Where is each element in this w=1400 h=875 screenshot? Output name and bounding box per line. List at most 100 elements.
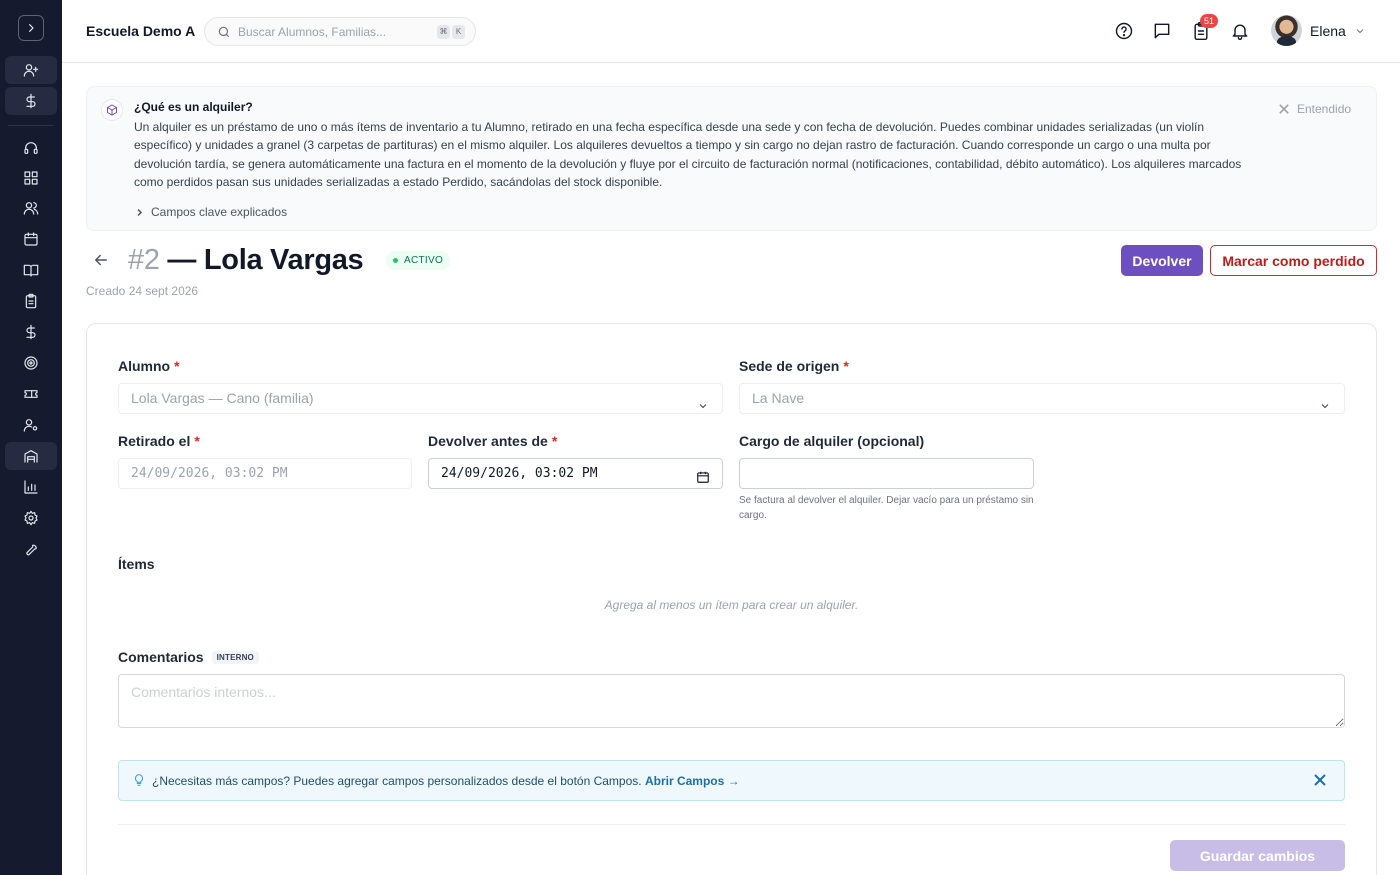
sidebar-item-calendar[interactable] [5, 225, 57, 253]
sidebar-item-goals[interactable] [5, 349, 57, 377]
sidebar-item-courses[interactable] [5, 256, 57, 284]
tasks-count-badge: 51 [1200, 14, 1218, 28]
target-icon [24, 356, 38, 370]
save-button[interactable]: Guardar cambios [1170, 840, 1345, 871]
sidebar-item-inventory[interactable] [5, 442, 57, 470]
checkout-label-text: Retirado el [118, 433, 191, 449]
open-fields-link[interactable]: Abrir Campos → [645, 774, 740, 788]
required-mark: * [551, 433, 558, 449]
sidebar-item-billing-quick[interactable] [5, 87, 57, 115]
top-header: Escuela Demo A ⌘ K 51 Elena [62, 0, 1400, 63]
sidebar-item-tools[interactable] [5, 535, 57, 563]
created-date: Creado 24 sept 2026 [86, 284, 199, 298]
search-shortcut-key: ⌘ [437, 25, 450, 39]
sidebar-item-add-student[interactable] [5, 56, 57, 84]
fee-input[interactable] [739, 458, 1034, 489]
close-icon [1314, 774, 1326, 786]
sidebar-item-attendance[interactable] [5, 287, 57, 315]
wrench-icon [26, 544, 37, 556]
mark-lost-button[interactable]: Marcar como perdido [1210, 245, 1377, 276]
sidebar-divider [8, 125, 54, 126]
message-icon [1154, 23, 1170, 39]
sidebar-item-settings[interactable] [5, 504, 57, 532]
sidebar-item-staff[interactable] [5, 411, 57, 439]
user-menu-toggle[interactable] [1354, 25, 1366, 37]
checkout-date-field[interactable]: 24/09/2026, 03:02 PM [118, 458, 412, 489]
checkout-label: Retirado el * [118, 433, 200, 449]
messages-button[interactable] [1152, 21, 1172, 41]
student-select[interactable]: Lola Vargas — Cano (familia) [118, 383, 723, 414]
search-input[interactable] [238, 23, 428, 41]
sidebar-item-billing[interactable] [5, 318, 57, 346]
sidebar-toggle-button[interactable] [18, 15, 44, 41]
custom-fields-tip: ¿Necesitas más campos? Puedes agregar ca… [118, 760, 1345, 801]
chevron-down-icon [1356, 29, 1364, 34]
global-search[interactable]: ⌘ K [204, 17, 476, 46]
status-badge: ACTIVO [386, 251, 451, 270]
chevron-down-icon [697, 393, 709, 409]
rental-number: #2 [128, 244, 160, 276]
items-label: Ítems [118, 556, 155, 572]
key-fields-toggle[interactable]: Campos clave explicados [135, 205, 287, 219]
internal-tag: INTERNO [211, 651, 259, 664]
tip-text: ¿Necesitas más campos? Puedes agregar ca… [152, 774, 740, 788]
info-title: ¿Qué es un alquiler? [134, 100, 253, 114]
sidebar-item-events[interactable] [5, 380, 57, 408]
users-icon [23, 202, 39, 215]
due-date-value: 24/09/2026, 03:02 PM [441, 466, 598, 481]
user-plus-icon [23, 64, 39, 77]
user-name[interactable]: Elena [1310, 23, 1346, 39]
notifications-button[interactable] [1230, 21, 1250, 41]
fee-label: Cargo de alquiler (opcional) [739, 433, 925, 449]
info-dismiss-button[interactable]: Entendido [1279, 102, 1351, 116]
comments-label: Comentarios INTERNO [118, 649, 259, 665]
search-shortcut-key: K [452, 25, 465, 39]
page-title: #2 — Lola Vargas [128, 244, 364, 277]
info-description: Un alquiler es un préstamo de uno o más … [134, 120, 1242, 190]
required-mark: * [174, 358, 180, 374]
due-label: Devolver antes de * [428, 433, 557, 449]
search-icon [218, 26, 230, 38]
info-icon-wrapper [101, 99, 123, 121]
rental-student-name: Lola Vargas [203, 244, 364, 276]
user-avatar[interactable] [1271, 15, 1302, 46]
lightbulb-icon [132, 773, 146, 787]
chevron-right-icon [137, 208, 143, 216]
info-dismiss-label: Entendido [1297, 102, 1352, 116]
checkout-date-value: 24/09/2026, 03:02 PM [131, 466, 288, 481]
due-date-field[interactable]: 24/09/2026, 03:02 PM [428, 458, 723, 489]
ticket-icon [24, 390, 38, 398]
chart-icon [24, 480, 38, 494]
grid-icon [24, 171, 38, 185]
back-button[interactable] [92, 251, 110, 269]
arrow-left-icon [95, 254, 107, 266]
calendar-icon [24, 232, 38, 246]
tip-message: ¿Necesitas más campos? Puedes agregar ca… [152, 774, 642, 788]
location-select-value: La Nave [752, 390, 805, 406]
items-empty-state: Agrega al menos un ítem para crear un al… [604, 598, 859, 612]
sidebar-item-people[interactable] [5, 194, 57, 222]
help-circle-icon [1115, 22, 1133, 40]
comments-textarea[interactable] [118, 674, 1345, 728]
comments-label-text: Comentarios [118, 649, 204, 665]
return-button[interactable]: Devolver [1121, 245, 1203, 276]
student-label: Alumno * [118, 358, 180, 374]
bell-icon [1232, 24, 1248, 40]
school-name: Escuela Demo A [86, 23, 196, 39]
location-select[interactable]: La Nave [739, 383, 1345, 414]
student-label-text: Alumno [118, 358, 171, 374]
help-button[interactable] [1114, 21, 1134, 41]
clipboard-icon [25, 293, 37, 309]
calendar-icon[interactable] [696, 466, 710, 483]
sidebar-item-dashboard[interactable] [5, 164, 57, 192]
required-mark: * [194, 433, 200, 449]
tip-close-button[interactable] [1314, 774, 1326, 786]
due-label-text: Devolver antes de [428, 433, 548, 449]
required-mark: * [843, 358, 849, 374]
sidebar-item-support[interactable] [5, 134, 57, 162]
location-label-text: Sede de origen [739, 358, 840, 374]
sidebar-item-reports[interactable] [5, 473, 57, 501]
headset-icon [24, 142, 38, 154]
location-label: Sede de origen * [739, 358, 849, 374]
chevron-right-icon [29, 24, 34, 32]
